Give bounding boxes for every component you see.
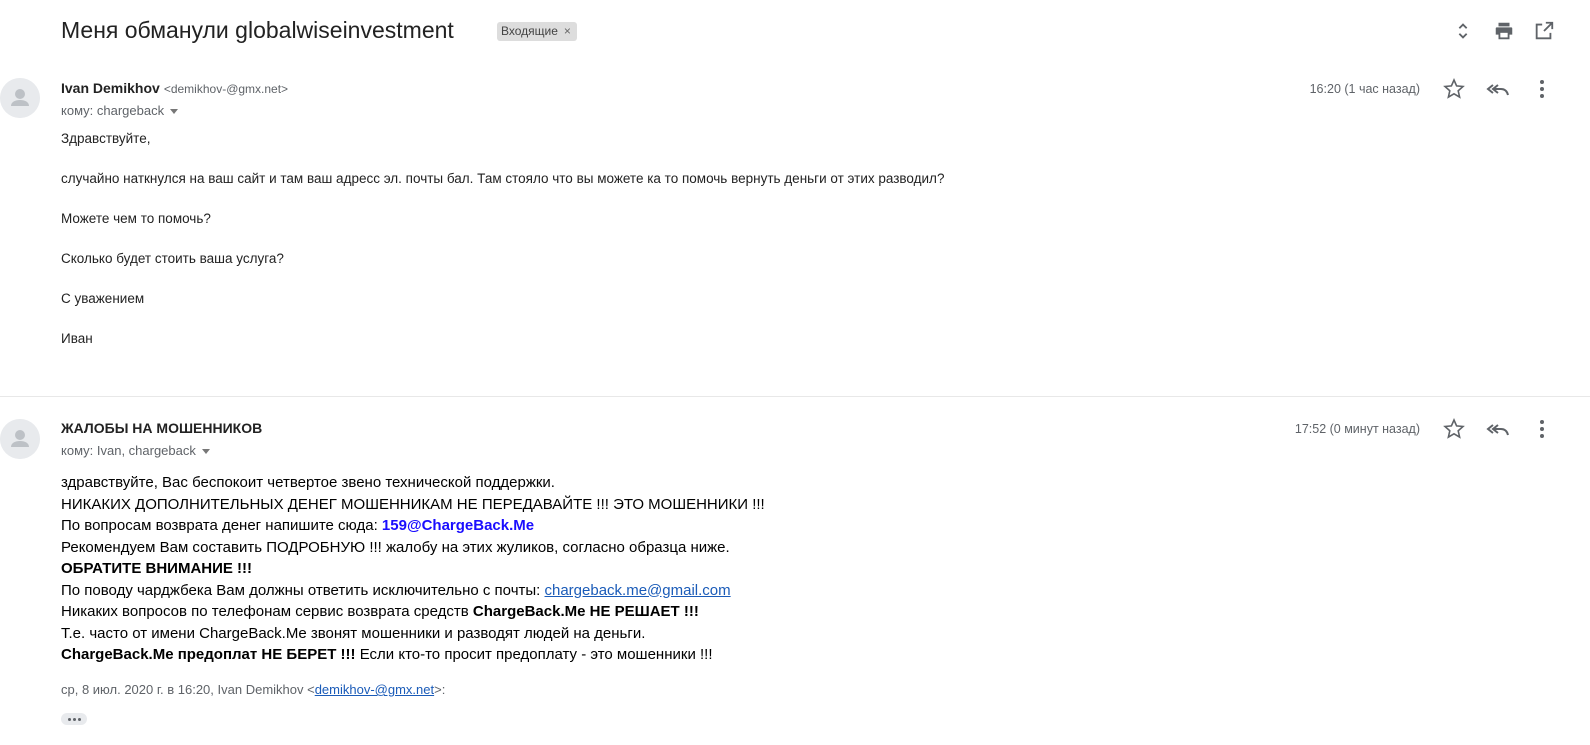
body-text: По поводу чарджбека Вам должны ответить …	[61, 581, 545, 599]
body-line: По вопросам возврата денег напишите сюда…	[61, 515, 765, 537]
label-chip-text: Входящие	[501, 24, 558, 38]
body-line: Иван	[61, 331, 93, 346]
email-link[interactable]: 159@ChargeBack.Me	[382, 517, 534, 534]
recipient-details[interactable]: кому: Ivan, chargeback	[61, 443, 210, 458]
print-icon[interactable]	[1493, 20, 1515, 42]
sender[interactable]: ЖАЛОБЫ НА МОШЕННИКОВ	[61, 420, 262, 436]
body-bold-text: ChargeBack.Me НЕ РЕШАЕТ !!!	[472, 603, 699, 620]
recipient-text: кому: Ivan, chargeback	[61, 443, 196, 458]
message-divider	[0, 396, 1590, 397]
body-line: ChargeBack.Me предоплат НЕ БЕРЕТ !!! Есл…	[61, 644, 765, 666]
label-remove-button[interactable]: ×	[564, 24, 571, 38]
open-in-new-window-icon[interactable]	[1533, 20, 1555, 42]
person-icon	[0, 78, 40, 118]
body-line: НИКАКИХ ДОПОЛНИТЕЛЬНЫХ ДЕНЕГ МОШЕННИКАМ …	[61, 495, 765, 513]
label-chip-inbox[interactable]: Входящие ×	[497, 22, 577, 41]
sender-name: Ivan Demikhov	[61, 80, 160, 96]
person-icon	[0, 419, 40, 459]
more-vert-icon[interactable]	[1530, 77, 1554, 101]
star-icon[interactable]	[1442, 77, 1466, 101]
body-text: По вопросам возврата денег напишите сюда…	[61, 517, 382, 534]
quote-email-link[interactable]: demikhov-@gmx.net	[315, 682, 434, 697]
message-time: 17:52 (0 минут назад)	[1294, 422, 1420, 436]
body-line: Сколько будет стоить ваша услуга?	[61, 251, 284, 266]
email-link[interactable]: chargeback.me@gmail.com	[545, 582, 731, 599]
dot-icon	[67, 717, 71, 721]
thread-subject: Меня обманули globalwiseinvestment	[61, 17, 454, 43]
body-line: Никаких вопросов по телефонам сервис воз…	[61, 601, 765, 623]
star-icon[interactable]	[1442, 417, 1466, 441]
quote-text: ср, 8 июл. 2020 г. в 16:20, Ivan Demikho…	[61, 682, 315, 697]
more-vert-icon[interactable]	[1530, 417, 1554, 441]
body-text: Никаких вопросов по телефонам сервис воз…	[61, 603, 473, 620]
body-line: случайно наткнулся на ваш сайт и там ваш…	[61, 171, 945, 186]
body-line: Можете чем то помочь?	[61, 211, 211, 226]
message-body: здравствуйте, Вас беспокоит четвертое зв…	[61, 472, 765, 666]
quote-text: >:	[434, 682, 446, 697]
body-bold-text: ChargeBack.Me предоплат НЕ БЕРЕТ !!!	[61, 646, 356, 663]
recipient-details[interactable]: кому: chargeback	[61, 103, 179, 118]
sender[interactable]: Ivan Demikhov <demikhov-@gmx.net>	[61, 80, 288, 96]
recipient-text: кому: chargeback	[61, 103, 165, 118]
body-line: Т.е. часто от имени ChargeBack.Me звонят…	[61, 624, 646, 642]
body-line: По поводу чарджбека Вам должны ответить …	[61, 580, 765, 602]
chevron-down-icon[interactable]	[170, 109, 179, 115]
sender-email: <demikhov-@gmx.net>	[163, 82, 289, 96]
sender-name: ЖАЛОБЫ НА МОШЕННИКОВ	[61, 420, 263, 436]
body-line: ОБРАТИТЕ ВНИМАНИЕ !!!	[61, 560, 253, 577]
body-line: Здравствуйте,	[61, 131, 151, 146]
thread-header: Меня обманули globalwiseinvestment Входя…	[0, 0, 1590, 64]
reply-all-icon[interactable]	[1486, 417, 1510, 441]
dot-icon	[72, 717, 76, 721]
quote-attribution: ср, 8 июл. 2020 г. в 16:20, Ivan Demikho…	[61, 682, 445, 697]
message-time: 16:20 (1 час назад)	[1309, 82, 1420, 96]
reply-all-icon[interactable]	[1486, 77, 1510, 101]
dot-icon	[77, 717, 81, 721]
show-trimmed-content-button[interactable]	[61, 713, 87, 725]
body-line: Рекомендуем Вам составить ПОДРОБНУЮ !!! …	[61, 538, 730, 556]
body-text: Если кто-то просит предоплату - это моше…	[355, 646, 713, 663]
chevron-down-icon[interactable]	[201, 449, 210, 455]
unfold-icon[interactable]	[1452, 20, 1474, 42]
body-line: С уважением	[61, 291, 145, 306]
body-line: здравствуйте, Вас беспокоит четвертое зв…	[61, 474, 555, 491]
